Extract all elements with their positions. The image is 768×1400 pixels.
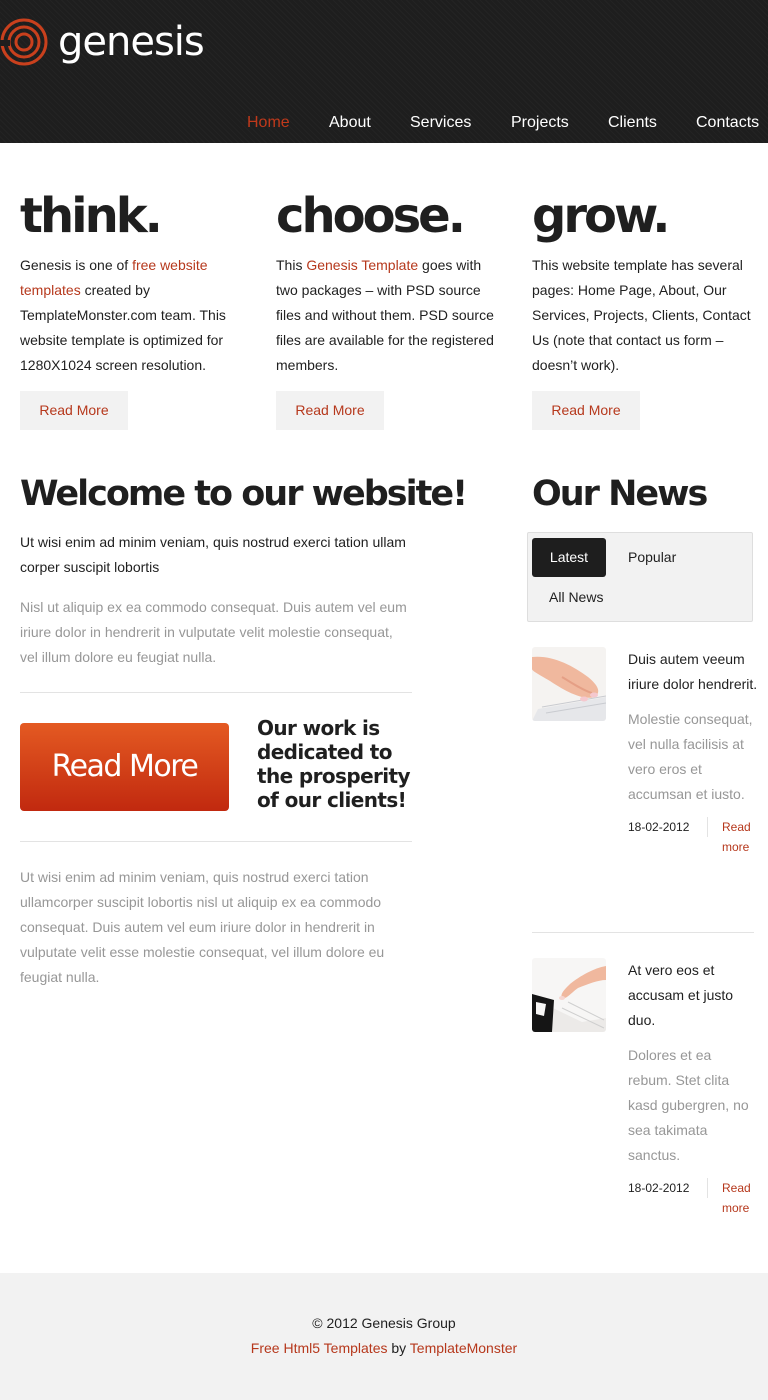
column-text: This Genesis Template goes with two pack… (276, 253, 506, 378)
meta-separator (707, 1178, 708, 1198)
read-more-button[interactable]: Read More (276, 391, 384, 430)
news-headline[interactable]: At vero eos et accusam et justo duo. (628, 958, 758, 1033)
column-title: think. (20, 188, 163, 244)
news-body: Molestie consequat, vel nulla facilisis … (628, 711, 753, 802)
tab-latest[interactable]: Latest (532, 538, 606, 577)
column-title: choose. (276, 188, 466, 244)
news-read-more-link[interactable]: Read more (722, 1178, 758, 1218)
read-more-button[interactable]: Read More (532, 391, 640, 430)
news-tabs: Latest Popular All News (527, 532, 753, 622)
news-meta: 18-02-2012 Read more (628, 817, 758, 854)
column-text-part: Genesis is one of (20, 257, 133, 273)
genesis-template-link[interactable]: Genesis Template (306, 257, 418, 273)
hand-on-piano-keys-image (532, 958, 606, 1032)
column-text: This website template has several pages:… (532, 257, 751, 373)
nav-clients[interactable]: Clients (608, 114, 657, 132)
nav-home[interactable]: Home (247, 114, 290, 132)
news-headline[interactable]: Duis autem veeum iriure dolor hendrerit. (628, 647, 758, 697)
news-date: 18-02-2012 (628, 1181, 690, 1195)
logo-text: genesis (58, 19, 205, 65)
nav-services[interactable]: Services (410, 114, 471, 132)
footer-copyright: © 2012 Genesis Group (312, 1315, 456, 1331)
news-body: Dolores et ea rebum. Stet clita kasd gub… (628, 1047, 749, 1163)
big-read-more-button[interactable]: Read More (20, 723, 229, 811)
meta-separator (707, 817, 708, 837)
nav-about[interactable]: About (329, 114, 371, 132)
welcome-bottom-text-wrap: Ut wisi enim ad minim veniam, quis nostr… (20, 865, 412, 990)
free-html5-templates-link[interactable]: Free Html5 Templates (251, 1340, 388, 1356)
logo-swirl-icon (0, 18, 48, 66)
column-text-part: This (276, 257, 307, 273)
tab-popular[interactable]: Popular (628, 549, 676, 565)
templatemonster-link[interactable]: TemplateMonster (410, 1340, 517, 1356)
news-thumbnail[interactable] (532, 647, 606, 721)
divider (20, 692, 412, 693)
welcome-title: Welcome to our website! (20, 474, 468, 514)
news-title: Our News (532, 474, 708, 514)
news-text: At vero eos et accusam et justo duo. Dol… (628, 958, 758, 1215)
welcome-section: Welcome to our website! Ut wisi enim ad … (20, 472, 468, 670)
column-think: think. Genesis is one of free website te… (20, 188, 250, 430)
site-footer: © 2012 Genesis Group Free Html5 Template… (0, 1273, 768, 1400)
main-nav: Home About Services Projects Clients Con… (0, 104, 768, 143)
welcome-intro: Ut wisi enim ad minim veniam, quis nostr… (20, 534, 406, 575)
column-text: Genesis is one of free website templates… (20, 253, 250, 378)
welcome-text: Nisl ut aliquip ex ea commodo consequat.… (20, 599, 407, 665)
column-choose: choose. This Genesis Template goes with … (276, 188, 506, 430)
tagline: Our work is dedicated to the prosperity … (257, 716, 411, 812)
nav-projects[interactable]: Projects (511, 114, 569, 132)
site-header: genesis Home About Services Projects Cli… (0, 0, 768, 143)
welcome-bottom-text: Ut wisi enim ad minim veniam, quis nostr… (20, 869, 385, 985)
divider (20, 841, 412, 842)
news-meta: 18-02-2012 Read more (628, 1178, 758, 1215)
news-text: Duis autem veeum iriure dolor hendrerit.… (628, 647, 758, 854)
read-more-button[interactable]: Read More (20, 391, 128, 430)
news-read-more-link[interactable]: Read more (722, 817, 758, 857)
hands-on-keyboard-image (532, 647, 606, 721)
column-grow: grow. This website template has several … (532, 188, 754, 430)
news-thumbnail[interactable] (532, 958, 606, 1032)
news-date: 18-02-2012 (628, 820, 690, 834)
column-text-part: goes with two packages – with PSD source… (276, 257, 494, 373)
footer-by-text: by (387, 1340, 410, 1356)
tab-all-news[interactable]: All News (549, 589, 603, 605)
footer-credits: Free Html5 Templates by TemplateMonster (0, 1336, 768, 1361)
column-title: grow. (532, 188, 671, 244)
nav-contacts[interactable]: Contacts (696, 114, 759, 132)
news-divider (532, 932, 754, 933)
logo[interactable]: genesis (0, 12, 205, 72)
